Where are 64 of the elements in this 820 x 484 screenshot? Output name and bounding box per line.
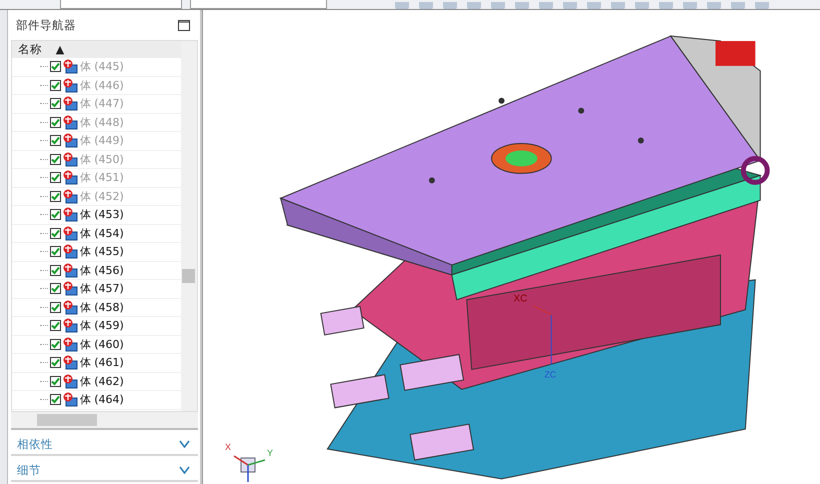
tree-item[interactable]: 体 (461)	[80, 355, 124, 370]
axis-label: X	[225, 442, 232, 452]
tree-item[interactable]: 体 (456)	[80, 262, 124, 278]
body-icon	[62, 244, 78, 260]
horizontal-scrollbar[interactable]	[10, 412, 198, 430]
body-icon	[62, 207, 78, 222]
body-icon	[62, 114, 78, 130]
chevron-icon[interactable]	[179, 466, 190, 474]
checkbox[interactable]	[50, 190, 61, 202]
body-icon	[62, 355, 78, 370]
tree-item[interactable]: 体 (455)	[80, 244, 124, 260]
body-icon	[62, 133, 78, 148]
tree-item[interactable]: 体 (453)	[80, 207, 124, 222]
checkbox[interactable]	[50, 320, 61, 332]
checkbox[interactable]	[50, 172, 61, 184]
checkbox[interactable]	[50, 135, 61, 146]
body-icon	[62, 336, 78, 352]
body-icon	[62, 152, 78, 167]
checkbox[interactable]	[50, 228, 61, 239]
body-icon	[62, 262, 78, 278]
checkbox[interactable]	[50, 116, 61, 128]
chevron-icon[interactable]	[179, 440, 190, 448]
checkbox[interactable]	[50, 246, 61, 258]
checkbox[interactable]	[50, 338, 61, 350]
body-icon	[62, 96, 78, 112]
checkbox[interactable]	[50, 302, 61, 313]
tree-item[interactable]: 体 (454)	[80, 226, 124, 241]
tree-item[interactable]: 体 (460)	[80, 336, 124, 352]
tree-item[interactable]: 体 (459)	[80, 318, 124, 334]
checkbox[interactable]	[50, 376, 61, 387]
axis-label: XC	[514, 294, 528, 305]
checkbox[interactable]	[50, 154, 61, 165]
body-icon	[62, 392, 78, 408]
body-icon	[62, 226, 78, 241]
axis-lines	[532, 305, 552, 365]
tree-item[interactable]: 体 (457)	[80, 281, 124, 296]
checkbox[interactable]	[50, 98, 61, 110]
tree-item[interactable]: 体 (462)	[80, 374, 124, 389]
axis-label: Y	[267, 448, 274, 458]
section-header[interactable]: 相依性	[16, 436, 53, 452]
sort-indicator: ▲	[56, 43, 64, 56]
body-icon	[62, 188, 78, 204]
body-icon	[62, 59, 78, 74]
panel-title: 部件导航器	[16, 18, 76, 32]
checkbox[interactable]	[50, 357, 61, 368]
body-icon	[62, 78, 78, 93]
checkbox[interactable]	[50, 209, 61, 220]
checkbox[interactable]	[50, 264, 61, 276]
maximize-icon[interactable]	[178, 20, 190, 30]
body-icon	[62, 300, 78, 315]
axis-label: ZC	[544, 369, 556, 380]
checkbox[interactable]	[50, 283, 61, 294]
column-header[interactable]: 名称 ▲	[12, 41, 181, 58]
body-icon	[62, 318, 78, 334]
checkbox[interactable]	[50, 394, 61, 406]
checkbox[interactable]	[50, 80, 61, 91]
section-header[interactable]: 细节	[16, 462, 41, 478]
body-icon	[62, 374, 78, 389]
tree-item[interactable]: 体 (464)	[80, 392, 124, 408]
body-icon	[62, 281, 78, 296]
body-icon	[62, 170, 78, 186]
vertical-scrollbar[interactable]	[181, 41, 197, 411]
checkbox[interactable]	[50, 61, 61, 72]
tree-item[interactable]: 体 (458)	[80, 300, 124, 315]
